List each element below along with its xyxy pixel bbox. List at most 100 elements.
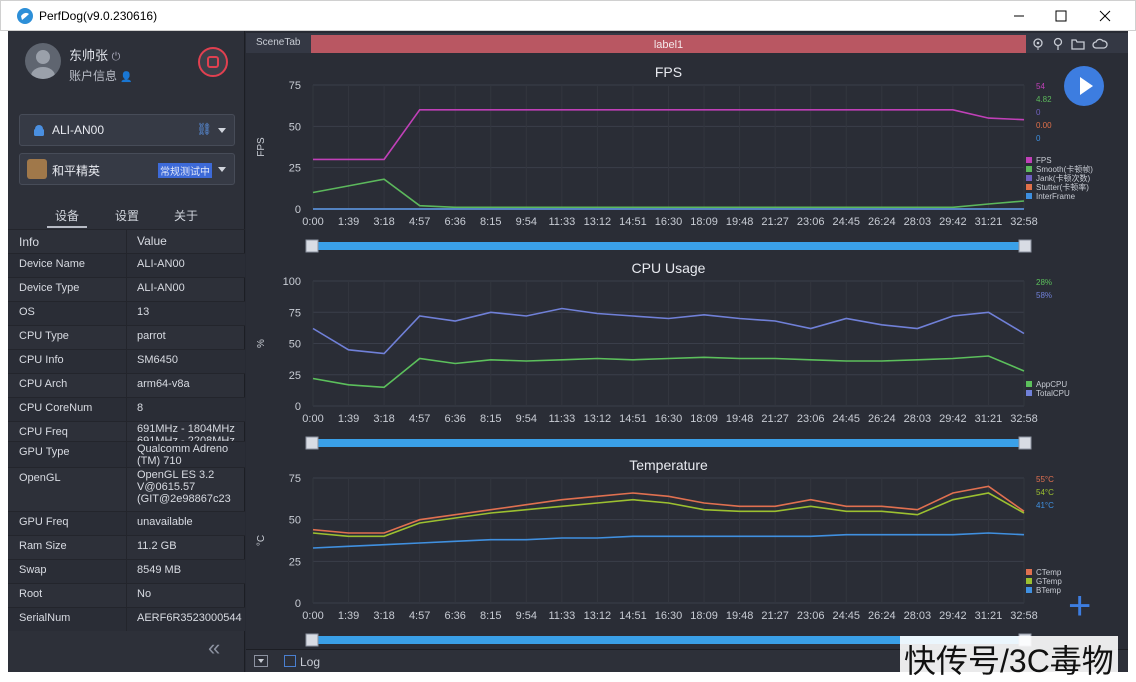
- watermark: 快传号/3C毒物: [900, 636, 1118, 682]
- chevron-down-icon: [218, 167, 226, 172]
- x-tick-label: 29:42: [939, 413, 967, 425]
- series-current-value: 58%: [1036, 291, 1052, 300]
- user-settings-icon: 👤: [120, 72, 133, 83]
- table-header: Info Value: [8, 229, 245, 253]
- scene-label[interactable]: label1: [311, 35, 1026, 55]
- info-key: CPU Freq: [19, 426, 68, 438]
- usb-link-icon[interactable]: ⛓: [197, 122, 212, 136]
- cloud-icon[interactable]: [1092, 37, 1108, 51]
- x-tick-label: 8:15: [480, 610, 501, 622]
- x-tick-label: 13:12: [584, 610, 612, 622]
- x-tick-label: 21:27: [761, 610, 789, 622]
- table-row: CPU Freq691MHz - 1804MHz 691MHz - 2208MH…: [8, 421, 245, 447]
- legend-swatch: [1026, 569, 1032, 575]
- device-select[interactable]: ALI-AN00 ⛓: [19, 114, 235, 146]
- y-tick-label: 50: [289, 121, 301, 133]
- power-icon[interactable]: ⏻: [112, 51, 121, 63]
- log-checkbox[interactable]: [284, 655, 296, 667]
- x-tick-label: 14:51: [619, 413, 647, 425]
- y-tick-label: 0: [295, 598, 301, 610]
- x-tick-label: 3:18: [373, 413, 394, 425]
- x-tick-label: 3:18: [373, 610, 394, 622]
- device-info-table: Info Value Device Name ALI-AN00 Device Type A…: [8, 229, 245, 631]
- table-row: CPU Type parrot: [8, 325, 245, 349]
- info-key: SerialNum: [19, 612, 71, 624]
- table-row: OS 13: [8, 301, 245, 325]
- info-value: ALI-AN00: [137, 258, 185, 270]
- x-tick-label: 21:27: [761, 216, 789, 228]
- chevron-down-icon: [218, 128, 226, 133]
- minimize-button[interactable]: [999, 3, 1039, 29]
- legend-swatch: [1026, 166, 1032, 172]
- series-current-value: 0: [1036, 108, 1041, 117]
- info-value: Qualcomm Adreno (TM) 710: [137, 443, 229, 467]
- legend-swatch: [1026, 587, 1032, 593]
- y-tick-label: 50: [289, 339, 301, 351]
- y-tick-label: 75: [289, 307, 301, 319]
- y-axis-label: %: [256, 339, 267, 348]
- tab-settings[interactable]: 设置: [115, 207, 139, 224]
- info-value: AERF6R3523000544: [137, 612, 242, 624]
- x-tick-label: 6:36: [444, 216, 465, 228]
- x-tick-label: 1:39: [338, 216, 359, 228]
- x-tick-label: 31:21: [975, 216, 1003, 228]
- x-tick-label: 29:42: [939, 216, 967, 228]
- x-tick-label: 13:12: [584, 413, 612, 425]
- range-slider-track: [313, 242, 1024, 250]
- info-value: arm64-v8a: [137, 378, 190, 390]
- x-tick-label: 26:24: [868, 610, 896, 622]
- table-row: SerialNum AERF6R3523000544: [8, 607, 245, 631]
- maximize-button[interactable]: [1041, 3, 1081, 29]
- x-tick-label: 28:03: [904, 610, 932, 622]
- x-tick-label: 1:39: [338, 610, 359, 622]
- expand-down-icon[interactable]: [254, 655, 268, 667]
- close-button[interactable]: [1085, 3, 1125, 29]
- y-tick-label: 100: [283, 276, 301, 288]
- info-value: parrot: [137, 330, 166, 342]
- account-info[interactable]: 账户信息 👤: [69, 67, 133, 84]
- x-tick-label: 0:00: [302, 610, 323, 622]
- series-current-value: 0.00: [1036, 121, 1052, 130]
- legend-label: Jank(卡顿次数): [1036, 173, 1091, 183]
- x-tick-label: 6:36: [444, 413, 465, 425]
- add-icon[interactable]: +: [1068, 586, 1091, 626]
- x-tick-label: 24:45: [832, 610, 860, 622]
- x-tick-label: 29:42: [939, 610, 967, 622]
- range-slider-handle-left: [305, 633, 319, 647]
- scene-tab[interactable]: SceneTab: [256, 37, 300, 48]
- x-tick-label: 18:09: [690, 216, 718, 228]
- range-slider-handle-left: [305, 239, 319, 253]
- pin-icon[interactable]: [1051, 37, 1065, 51]
- tab-about[interactable]: 关于: [174, 207, 198, 224]
- x-tick-label: 9:54: [516, 610, 537, 622]
- info-key: CPU Type: [19, 330, 69, 342]
- play-button[interactable]: [1064, 66, 1104, 106]
- avatar[interactable]: [25, 43, 61, 79]
- x-tick-label: 4:57: [409, 610, 430, 622]
- x-tick-label: 8:15: [480, 413, 501, 425]
- y-tick-label: 75: [289, 473, 301, 485]
- folder-icon[interactable]: [1071, 37, 1085, 51]
- stop-record-button[interactable]: [198, 47, 228, 77]
- table-row: CPU Arch arm64-v8a: [8, 373, 245, 397]
- app-select[interactable]: 和平精英 常规测试中: [19, 153, 235, 185]
- x-tick-label: 11:33: [548, 216, 575, 228]
- series-current-value: 4.82: [1036, 95, 1052, 104]
- x-tick-label: 23:06: [797, 413, 825, 425]
- table-row: GPU Type Qualcomm Adreno (TM) 710: [8, 441, 245, 467]
- legend-swatch: [1026, 578, 1032, 584]
- info-value: 8: [137, 402, 144, 414]
- x-tick-label: 26:24: [868, 413, 896, 425]
- x-tick-label: 0:00: [302, 413, 323, 425]
- scene-bar: SceneTab label1: [246, 33, 1128, 55]
- collapse-sidebar-icon[interactable]: «: [208, 635, 220, 661]
- table-row: GPU Freq unavailable: [8, 511, 245, 535]
- legend-swatch: [1026, 381, 1032, 387]
- info-key: Swap: [19, 564, 47, 576]
- y-tick-label: 75: [289, 80, 301, 92]
- location-icon[interactable]: [1031, 37, 1045, 51]
- stop-icon: [207, 56, 219, 68]
- info-key: GPU Freq: [19, 516, 69, 528]
- legend-label: Stutter(卡顿率): [1036, 182, 1089, 192]
- tab-device[interactable]: 设备: [55, 207, 79, 224]
